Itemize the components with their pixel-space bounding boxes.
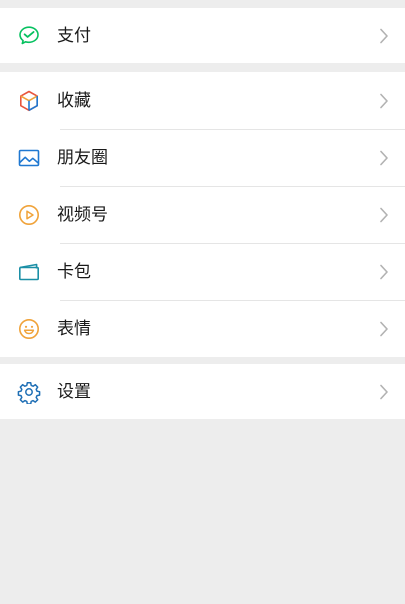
menu-item-settings[interactable]: 设置 — [0, 364, 405, 419]
menu-group-main: 收藏 朋友圈 视频号 卡包 表情 — [0, 72, 405, 357]
chevron-right-icon — [379, 93, 389, 109]
cube-icon — [17, 89, 41, 113]
gear-icon — [17, 380, 41, 404]
menu-item-pay[interactable]: 支付 — [0, 8, 405, 63]
menu-item-settings-label: 设置 — [57, 381, 91, 402]
wechat-pay-icon — [17, 24, 41, 48]
smiley-icon — [17, 317, 41, 341]
card-icon — [17, 260, 41, 284]
menu-item-favorites[interactable]: 收藏 — [0, 72, 405, 129]
menu-group-pay: 支付 — [0, 8, 405, 63]
menu-item-moments-label: 朋友圈 — [57, 147, 108, 168]
menu-item-channels-label: 视频号 — [57, 204, 108, 225]
menu-item-pay-label: 支付 — [57, 25, 91, 46]
chevron-right-icon — [379, 321, 389, 337]
menu-group-settings: 设置 — [0, 364, 405, 419]
chevron-right-icon — [379, 264, 389, 280]
play-circle-icon — [17, 203, 41, 227]
chevron-right-icon — [379, 384, 389, 400]
menu-item-favorites-label: 收藏 — [57, 90, 91, 111]
menu-item-stickers[interactable]: 表情 — [0, 300, 405, 357]
chevron-right-icon — [379, 150, 389, 166]
menu-item-stickers-label: 表情 — [57, 318, 91, 339]
image-icon — [17, 146, 41, 170]
chevron-right-icon — [379, 207, 389, 223]
menu-item-channels[interactable]: 视频号 — [0, 186, 405, 243]
chevron-right-icon — [379, 28, 389, 44]
menu-item-moments[interactable]: 朋友圈 — [0, 129, 405, 186]
menu-item-cards-label: 卡包 — [57, 261, 91, 282]
menu-item-cards[interactable]: 卡包 — [0, 243, 405, 300]
